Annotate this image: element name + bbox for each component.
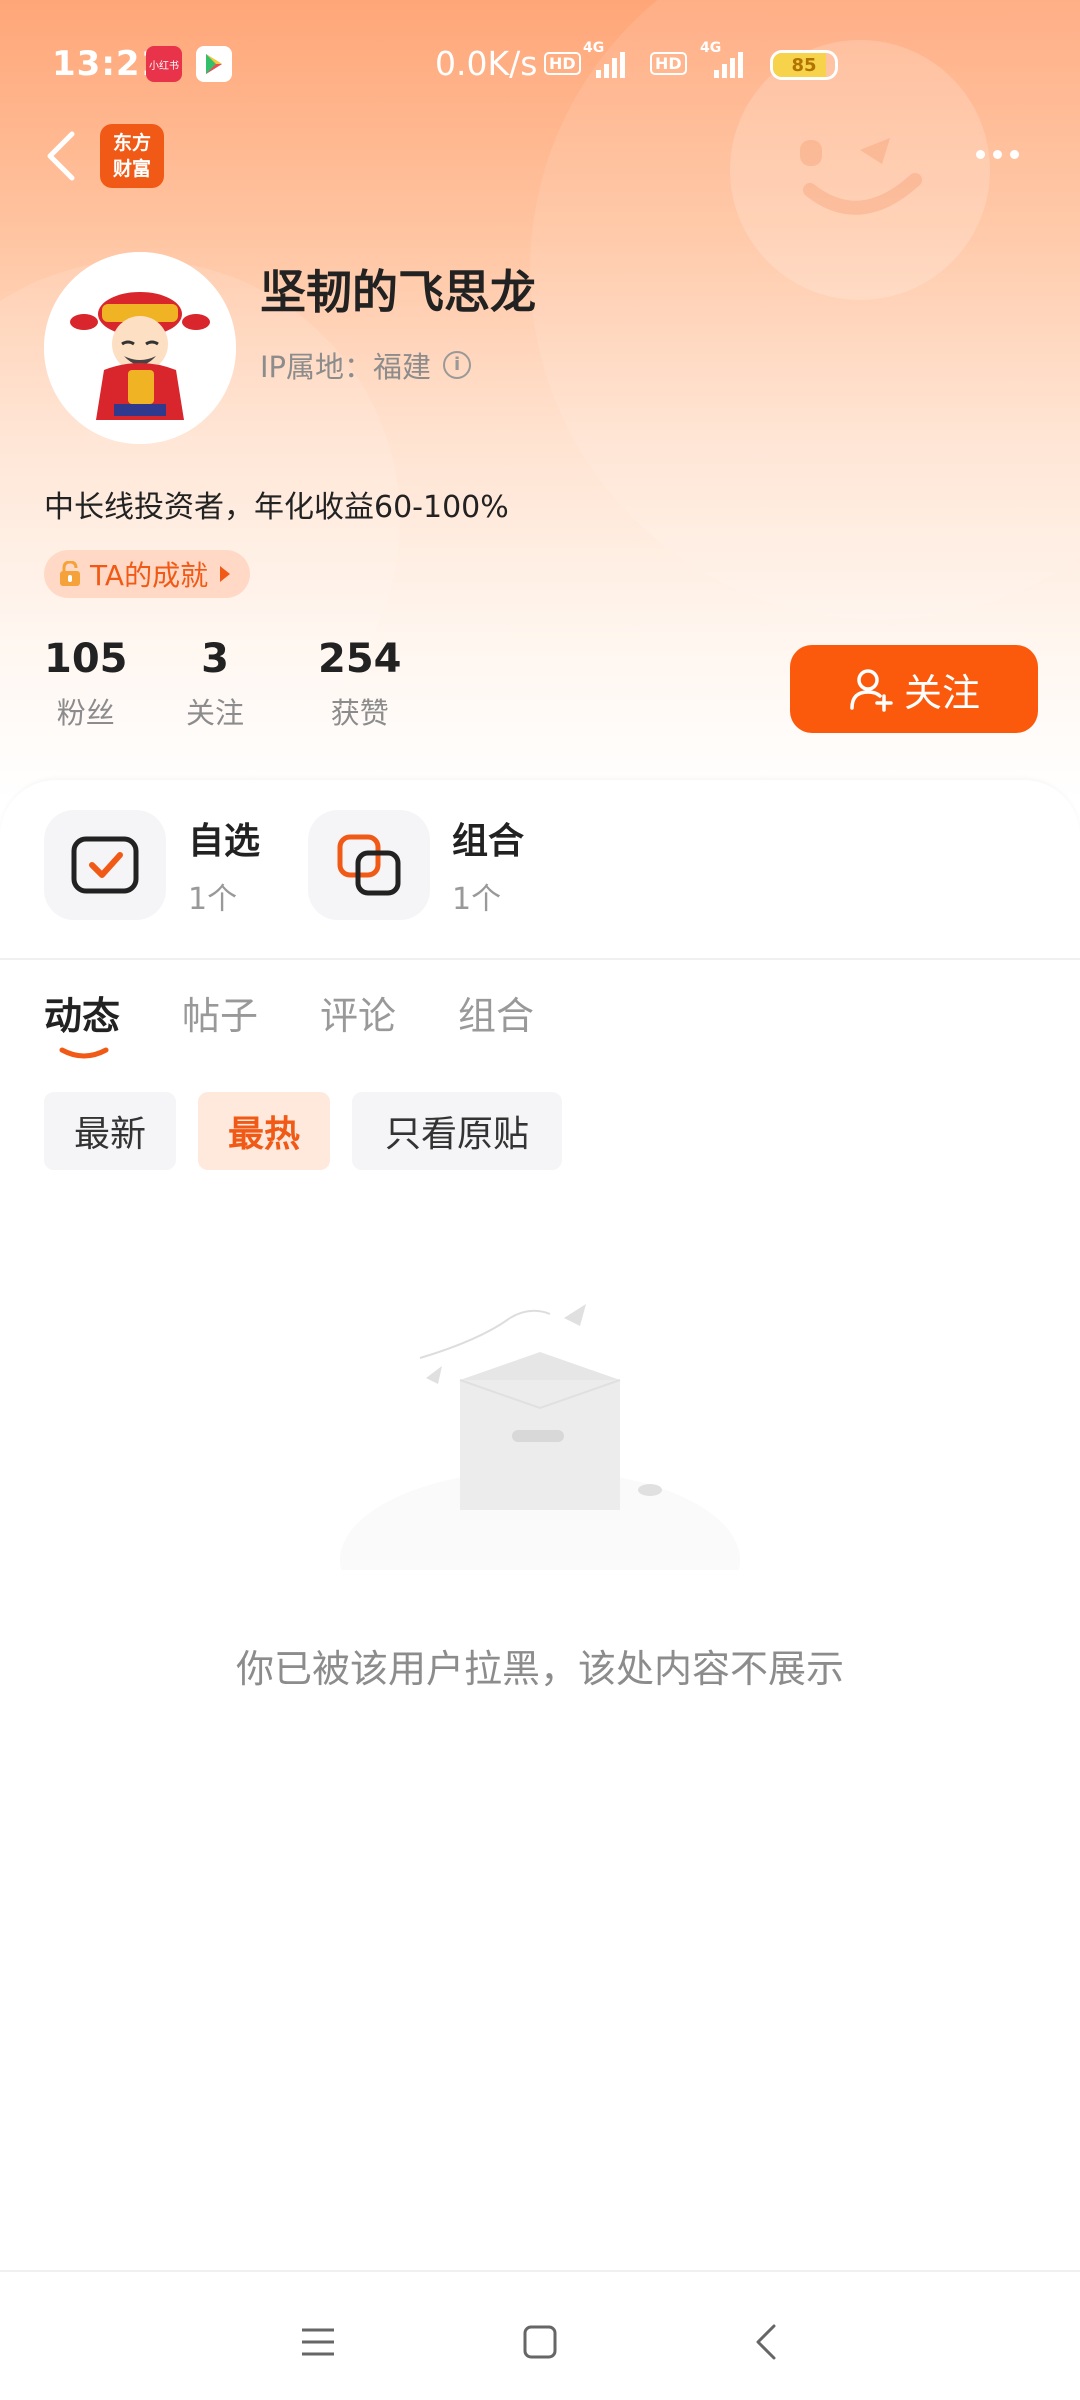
quick-link-watchlist[interactable]: 自选 1个 bbox=[44, 810, 260, 920]
follow-button[interactable]: 关注 bbox=[790, 645, 1038, 733]
stat-value: 3 bbox=[201, 636, 229, 682]
avatar[interactable] bbox=[44, 252, 236, 444]
app-logo-line2: 财富 bbox=[112, 158, 151, 180]
stat-likes[interactable]: 254 获赞 bbox=[318, 636, 402, 732]
filter-latest[interactable]: 最新 bbox=[44, 1092, 176, 1170]
hd-badge: HD bbox=[650, 52, 687, 75]
tab-portfolio[interactable]: 组合 bbox=[458, 985, 534, 1040]
tab-posts[interactable]: 帖子 bbox=[182, 985, 258, 1040]
more-options-icon[interactable] bbox=[976, 144, 1036, 168]
signal-icon bbox=[596, 52, 625, 78]
quick-link-portfolio[interactable]: 组合 1个 bbox=[308, 810, 524, 920]
stat-label: 粉丝 bbox=[56, 696, 115, 730]
portfolio-icon bbox=[308, 810, 430, 920]
stat-label: 获赞 bbox=[330, 696, 389, 730]
quick-link-title: 组合 bbox=[452, 821, 525, 862]
xiaohongshu-app-icon: 小红书 bbox=[146, 46, 182, 82]
god-of-wealth-avatar-icon bbox=[44, 252, 236, 444]
home-square-icon[interactable] bbox=[520, 2322, 560, 2362]
tab-active-indicator bbox=[59, 1047, 109, 1059]
stat-label: 关注 bbox=[186, 696, 245, 730]
quick-link-count: 1个 bbox=[452, 882, 502, 917]
back-arrow-icon[interactable] bbox=[38, 128, 86, 184]
caret-right-icon bbox=[220, 566, 231, 582]
follow-button-label: 关注 bbox=[903, 670, 980, 715]
stat-value: 105 bbox=[44, 636, 128, 682]
stat-fans[interactable]: 105 粉丝 bbox=[44, 636, 128, 732]
stat-value: 254 bbox=[318, 636, 402, 682]
divider bbox=[0, 958, 1080, 960]
ip-location: IP属地：福建 i bbox=[260, 344, 472, 386]
status-bar: 13:21 小红书 0.0K/s HD 4G HD 4G 85 bbox=[0, 0, 1080, 130]
empty-state-message: 你已被该用户拉黑，该处内容不展示 bbox=[235, 1647, 844, 1691]
hd-badge: HD bbox=[544, 52, 581, 75]
achievement-button[interactable]: TA的成就 bbox=[44, 550, 251, 598]
battery-level: 85 bbox=[791, 54, 817, 76]
empty-box-illustration bbox=[340, 1304, 740, 1570]
stat-following[interactable]: 3 关注 bbox=[186, 636, 244, 732]
ip-location-text: IP属地：福建 bbox=[260, 350, 432, 384]
back-icon[interactable] bbox=[748, 2322, 788, 2362]
tab-activity[interactable]: 动态 bbox=[44, 985, 120, 1040]
network-speed: 0.0K/s bbox=[435, 44, 538, 83]
checkbox-icon bbox=[44, 810, 166, 920]
decor-smile-icon bbox=[800, 138, 922, 215]
xiaohongshu-app-icon-label: 小红书 bbox=[149, 60, 179, 72]
bio: 中长线投资者，年化收益60-100% bbox=[44, 490, 509, 525]
quick-link-count: 1个 bbox=[188, 882, 238, 917]
system-navigation-bar bbox=[0, 2270, 1080, 2400]
battery-icon: 85 bbox=[770, 50, 838, 80]
play-store-icon bbox=[196, 46, 232, 82]
tab-comments[interactable]: 评论 bbox=[320, 985, 396, 1040]
app-logo-line1: 东方 bbox=[112, 132, 151, 154]
username: 坚韧的飞思龙 bbox=[260, 265, 536, 319]
info-icon[interactable]: i bbox=[443, 351, 472, 379]
quick-link-title: 自选 bbox=[188, 821, 261, 862]
achievement-label: TA的成就 bbox=[90, 559, 209, 592]
signal-icon bbox=[714, 52, 743, 78]
app-logo[interactable]: 东方 财富 bbox=[100, 124, 164, 188]
filter-original-only[interactable]: 只看原贴 bbox=[352, 1092, 562, 1170]
add-person-icon bbox=[850, 669, 893, 712]
filter-hottest[interactable]: 最热 bbox=[198, 1092, 330, 1170]
menu-icon[interactable] bbox=[298, 2322, 338, 2362]
lock-icon bbox=[60, 561, 80, 586]
content-card bbox=[0, 780, 1080, 2400]
